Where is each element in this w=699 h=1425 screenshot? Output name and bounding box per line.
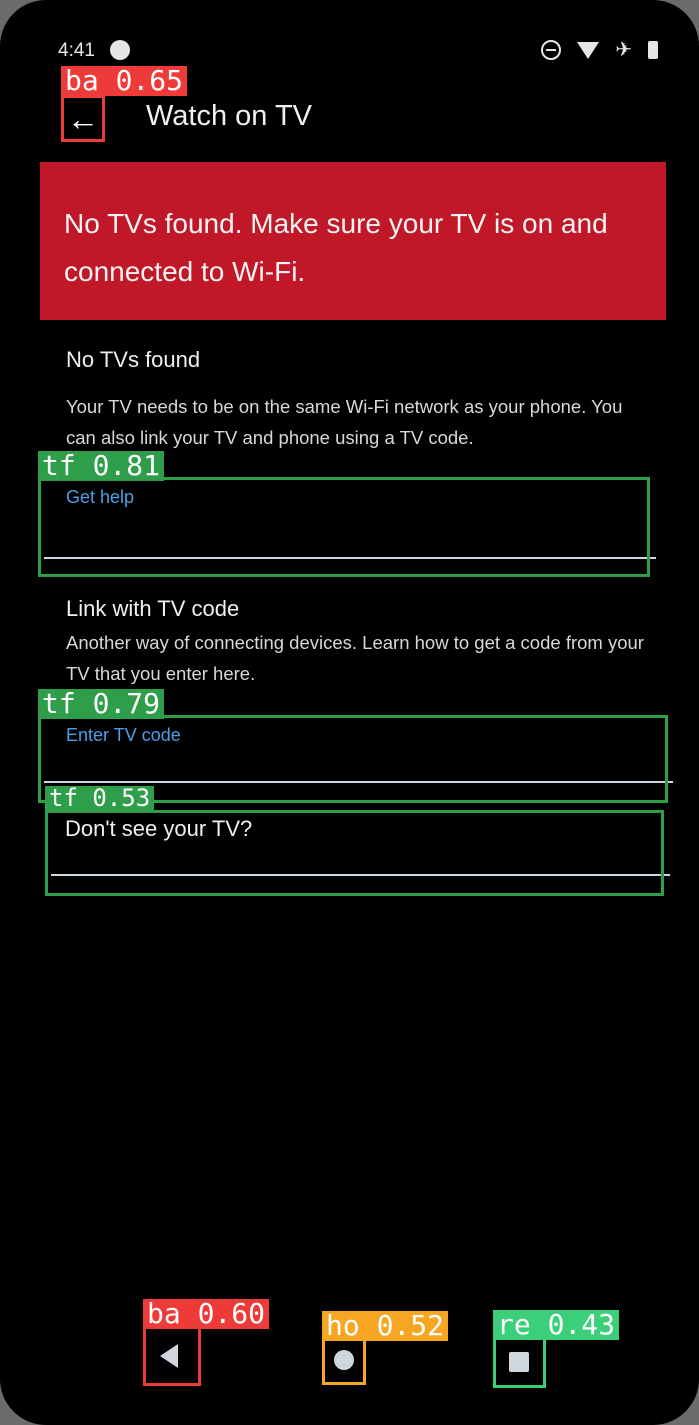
no-tvs-heading: No TVs found [66,347,201,372]
detection-label-tv-code: tf 0.79 [38,689,165,719]
detection-box-get-help [38,477,650,577]
detection-box-nav-back [143,1326,201,1386]
detection-label-nav-recent: re 0.43 [493,1310,620,1340]
dnd-icon [541,40,562,60]
error-banner-text: No TVs found. Make sure your TV is on an… [64,208,608,287]
detection-box-dont-see [45,810,664,896]
wifi-icon [577,41,600,59]
detection-box-nav-home [322,1337,366,1385]
detection-label-nav-back: ba 0.60 [143,1299,270,1329]
status-time: 4:41 [58,40,95,61]
detection-label-get-help: tf 0.81 [38,451,165,481]
phone-screen: 4:41 ✈ ← Watch on TV No TVs found. Make … [0,0,699,1425]
link-tv-code-heading: Link with TV code [66,596,240,621]
status-icons: ✈ [541,40,658,60]
cast-icon [110,40,130,60]
detection-label-nav-home: ho 0.52 [322,1311,449,1341]
page-title: Watch on TV [146,100,313,132]
battery-icon [648,41,658,59]
detection-box-appbar-back [61,95,105,142]
link-tv-code-description: Another way of connecting devices. Learn… [66,632,644,684]
airplane-icon: ✈ [615,39,632,61]
detection-label-dont-see: tf 0.53 [45,786,155,810]
status-bar: 4:41 ✈ [58,40,658,64]
detection-label-appbar-back: ba 0.65 [61,66,188,96]
error-banner: No TVs found. Make sure your TV is on an… [40,162,666,320]
detection-box-nav-recent [493,1336,546,1388]
no-tvs-description: Your TV needs to be on the same Wi-Fi ne… [66,396,623,448]
